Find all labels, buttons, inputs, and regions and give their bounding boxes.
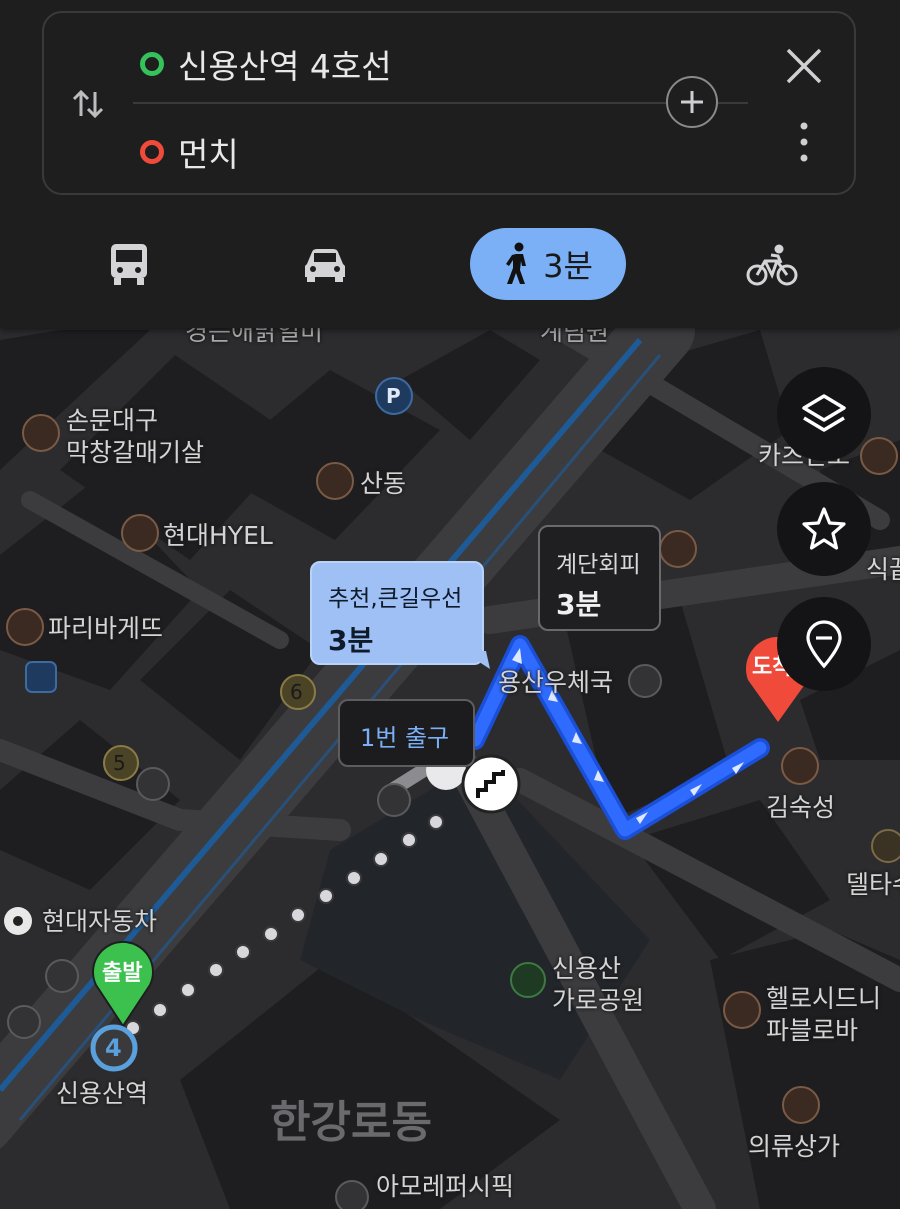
destination-dot [140, 140, 164, 164]
divider [133, 102, 748, 104]
map-label[interactable]: 식끝 [866, 554, 900, 586]
poi-clothing[interactable]: 의류상가 [748, 1131, 840, 1163]
location-pin-icon [806, 620, 842, 669]
poi-kimsuksung[interactable]: 김숙성 [766, 792, 835, 824]
add-icon [681, 91, 703, 113]
poi-sandong[interactable]: 산동 [360, 468, 406, 500]
route-bubble-stairs-avoid[interactable]: 계단회피 3분 [538, 525, 661, 631]
location-button[interactable] [777, 597, 871, 691]
poi-hyundai-motor[interactable]: 현대자동차 [42, 906, 157, 938]
travel-mode-bar: 3분 [0, 228, 900, 306]
bus-icon [111, 244, 147, 285]
map-label[interactable]: 델타수 [846, 869, 900, 901]
walk-time: 3분 [543, 247, 593, 285]
exit-bubble[interactable]: 1번 출구 [338, 699, 475, 767]
more-icon[interactable] [790, 118, 818, 170]
walk-icon [506, 242, 527, 284]
destination-text: 먼치 [178, 135, 239, 174]
add-stop-button[interactable] [666, 76, 718, 128]
poi-paris[interactable]: 파리바게뜨 [48, 613, 163, 645]
route-header: 신용산역 4호선 먼치 3분 [0, 0, 900, 328]
origin-field[interactable]: 신용산역 4호선 [140, 40, 392, 88]
exit-5-label: 5 [113, 751, 126, 775]
poi-post-office[interactable]: 용산우체국 [498, 667, 613, 699]
parking-icon: P [386, 384, 401, 408]
poi-hyel[interactable]: 현대HYEL [163, 520, 273, 552]
route-bubble-recommended[interactable]: 추천,큰길우선 3분 [310, 561, 490, 669]
swap-icon[interactable] [70, 86, 106, 122]
mode-bike[interactable] [740, 228, 804, 300]
car-icon [305, 249, 345, 282]
route-bubble-title: 추천,큰길우선 [328, 586, 463, 612]
mode-walk[interactable]: 3분 [470, 228, 626, 300]
poi-sonmun[interactable]: 손문대구 막창갈매기살 [66, 405, 204, 469]
exit-bubble-label: 1번 출구 [360, 724, 450, 752]
station-label[interactable]: 신용산역 [56, 1078, 148, 1110]
star-icon [802, 507, 846, 550]
district-label: 한강로동 [270, 1097, 432, 1148]
start-marker-label[interactable]: 출발 [102, 958, 142, 990]
station-line-number: 4 [105, 1034, 122, 1062]
origin-dot [140, 52, 164, 76]
destination-field[interactable]: 먼치 [140, 128, 239, 176]
mode-transit[interactable] [96, 228, 162, 300]
layers-icon [802, 394, 846, 432]
mode-car[interactable] [292, 228, 358, 300]
route-bubble-time: 3분 [328, 624, 374, 657]
close-icon[interactable] [782, 44, 826, 88]
favorite-button[interactable] [777, 482, 871, 576]
poi-hello-sydney[interactable]: 헬로시드니 파블로바 [766, 983, 881, 1047]
layers-button[interactable] [777, 367, 871, 461]
exit-6-label: 6 [290, 680, 303, 704]
bike-icon [746, 244, 798, 286]
poi-amore[interactable]: 아모레퍼시픽 [376, 1171, 514, 1203]
origin-text: 신용산역 4호선 [178, 47, 392, 86]
route-bubble-time: 3분 [556, 588, 602, 621]
poi-park[interactable]: 신용산 가로공원 [552, 953, 644, 1017]
route-bubble-title: 계단회피 [556, 552, 641, 578]
